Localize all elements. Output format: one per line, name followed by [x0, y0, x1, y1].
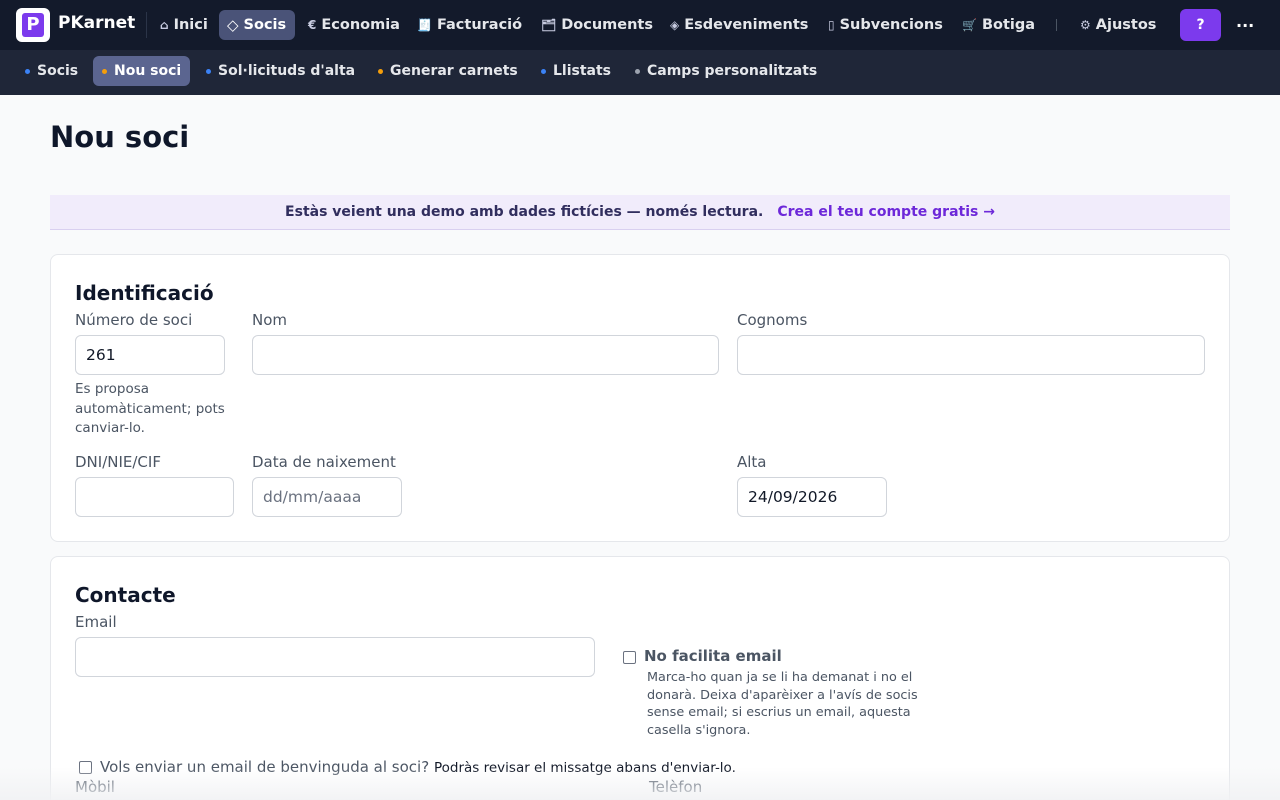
- nav-item-ajustos[interactable]: ⚙ Ajustos: [1072, 10, 1164, 40]
- email-input[interactable]: [75, 637, 595, 677]
- status-dot: [635, 68, 640, 74]
- nav-item-botiga[interactable]: 🛒 Botiga: [954, 10, 1043, 40]
- status-dot: [102, 68, 107, 74]
- home-icon: ⌂: [160, 18, 169, 32]
- subnav-item-camps-personalitzats[interactable]: Camps personalitzats: [626, 56, 826, 86]
- birth-date-input[interactable]: [252, 477, 402, 517]
- nav-item-inici[interactable]: ⌂ Inici: [152, 10, 216, 40]
- surnames-label: Cognoms: [737, 311, 808, 329]
- identification-title: Identificació: [75, 281, 214, 305]
- subnav-item-generar-carnets[interactable]: Generar carnets: [369, 56, 527, 86]
- subnav-label: Sol·licituds d'alta: [218, 63, 356, 79]
- nav-label: Socis: [243, 17, 287, 33]
- member-number-input[interactable]: [75, 335, 225, 375]
- no-email-label: No facilita email: [644, 647, 782, 665]
- contact-title: Contacte: [75, 583, 176, 607]
- status-dot: [378, 68, 383, 74]
- birth-date-label: Data de naixement: [252, 453, 396, 471]
- app-logo[interactable]: P: [16, 8, 50, 42]
- nav-item-socis[interactable]: ◇ Socis: [219, 10, 296, 40]
- nav-label: Botiga: [981, 17, 1036, 33]
- diamond-icon: ◇: [227, 16, 239, 34]
- demo-banner: Estàs veient una demo amb dades fictície…: [50, 195, 1230, 230]
- subnav-item-llistats[interactable]: Llistats: [532, 56, 620, 86]
- mobile-label: Mòbil: [75, 778, 115, 796]
- subnav-label: Nou soci: [114, 63, 182, 79]
- help-button[interactable]: ?: [1180, 9, 1221, 41]
- brand-name[interactable]: PKarnet: [58, 13, 135, 33]
- no-email-hint: Marca-ho quan ja se li ha demanat i no e…: [647, 670, 918, 738]
- no-email-checkbox[interactable]: [623, 651, 636, 664]
- create-account-link[interactable]: Crea el teu compte gratis →: [777, 204, 995, 220]
- gear-icon: ⚙: [1080, 18, 1091, 32]
- subnav-item-sollicituds[interactable]: Sol·licituds d'alta: [197, 56, 364, 86]
- page-title: Nou soci: [50, 120, 190, 154]
- nav-label: Inici: [173, 17, 208, 33]
- euro-icon: €: [308, 18, 317, 32]
- subnav-item-nou-soci[interactable]: Nou soci: [93, 56, 191, 86]
- main-content: Nou soci Estàs veient una demo amb dades…: [0, 95, 1280, 800]
- contact-card: Contacte Email No facilita email Marca-h…: [50, 556, 1230, 800]
- registration-date-input[interactable]: [737, 477, 887, 517]
- demo-banner-text: Estàs veient una demo amb dades fictície…: [285, 204, 764, 220]
- dni-label: DNI/NIE/CIF: [75, 453, 161, 471]
- status-dot: [541, 68, 546, 74]
- member-number-label: Número de soci: [75, 311, 193, 329]
- phone-label: Telèfon: [649, 778, 703, 796]
- welcome-email-question: Vols enviar un email de benvinguda al so…: [100, 758, 430, 776]
- top-navbar: P PKarnet ⌂ Inici ◇ Socis € Economia 🧾 F…: [0, 0, 1280, 50]
- surnames-input[interactable]: [737, 335, 1205, 375]
- status-dot: [25, 68, 30, 74]
- event-diamond-icon: ◈: [670, 18, 680, 32]
- more-menu-button[interactable]: ...: [1236, 12, 1254, 31]
- identification-card: Identificació Número de soci Es proposa …: [50, 254, 1230, 542]
- welcome-email-note: Podràs revisar el missatge abans d'envia…: [433, 760, 736, 776]
- nav-item-esdeveniments[interactable]: ◈ Esdeveniments: [662, 10, 816, 40]
- welcome-email-option: Vols enviar un email de benvinguda al so…: [100, 758, 736, 776]
- nav-label: Esdeveniments: [684, 17, 809, 33]
- section-subnav: Socis Nou soci Sol·licituds d'alta Gener…: [0, 50, 1280, 95]
- nav-label: Ajustos: [1095, 17, 1157, 33]
- status-dot: [206, 68, 211, 74]
- subnav-label: Socis: [37, 63, 79, 79]
- member-number-hint: Es proposa automàticament; pots canviar-…: [75, 381, 225, 436]
- first-name-input[interactable]: [252, 335, 719, 375]
- receipt-icon: 🧾: [417, 18, 432, 32]
- nav-divider: [146, 12, 147, 38]
- nav-label: Subvencions: [839, 17, 943, 33]
- nav-item-subvencions[interactable]: ▯ Subvencions: [820, 10, 951, 40]
- email-label: Email: [75, 613, 117, 631]
- nav-item-documents[interactable]: 🗂 Documents: [533, 10, 661, 40]
- dni-input[interactable]: [75, 477, 234, 517]
- subnav-label: Llistats: [553, 63, 612, 79]
- subnav-label: Generar carnets: [390, 63, 518, 79]
- grant-icon: ▯: [828, 18, 835, 32]
- nav-divider: [1056, 19, 1057, 31]
- subnav-label: Camps personalitzats: [647, 63, 818, 79]
- welcome-email-checkbox[interactable]: [79, 761, 92, 774]
- nav-item-economia[interactable]: € Economia: [300, 10, 408, 40]
- cart-icon: 🛒: [962, 18, 977, 32]
- nav-item-facturacio[interactable]: 🧾 Facturació: [409, 10, 530, 40]
- folder-icon: 🗂: [541, 18, 557, 32]
- logo-letter: P: [22, 13, 44, 37]
- first-name-label: Nom: [252, 311, 288, 329]
- registration-date-label: Alta: [737, 453, 767, 471]
- nav-label: Economia: [321, 17, 400, 33]
- nav-label: Facturació: [436, 17, 523, 33]
- nav-label: Documents: [561, 17, 653, 33]
- subnav-item-socis[interactable]: Socis: [16, 56, 87, 86]
